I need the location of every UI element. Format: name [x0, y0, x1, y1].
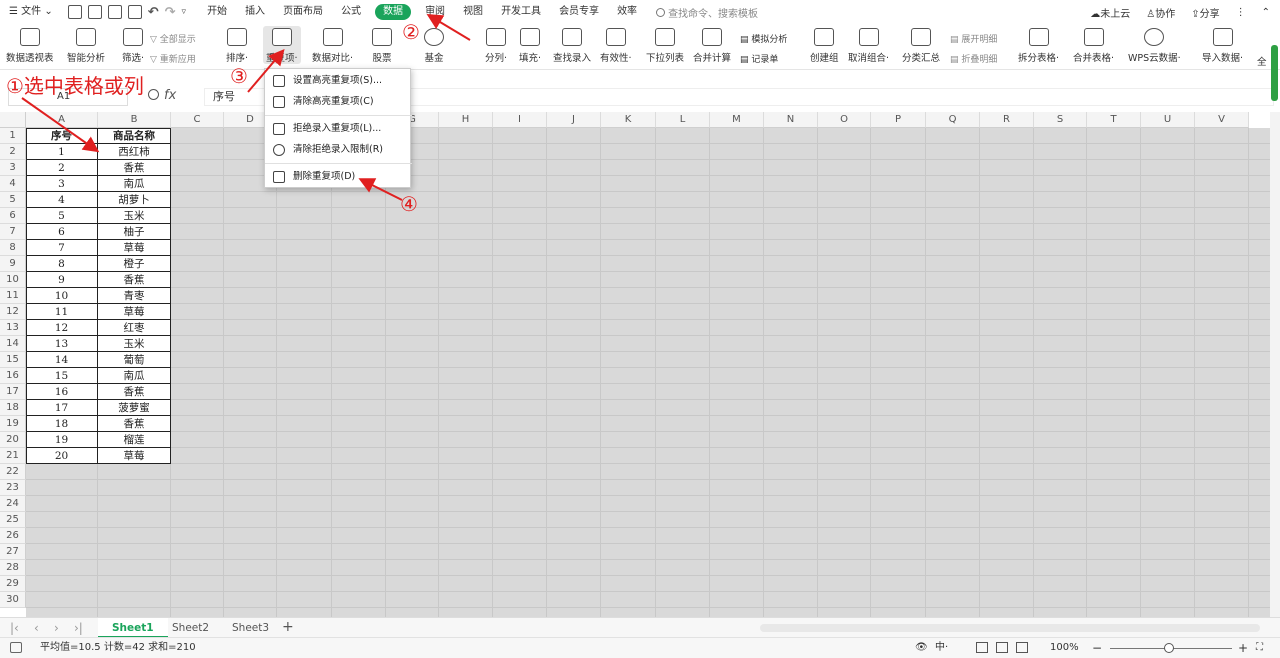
annotation-arrows — [21, 13, 471, 201]
arrow-step4 — [358, 178, 403, 201]
arrow-step1 — [21, 97, 100, 153]
arrow-step3 — [247, 48, 285, 93]
arrow-step2 — [426, 13, 471, 41]
